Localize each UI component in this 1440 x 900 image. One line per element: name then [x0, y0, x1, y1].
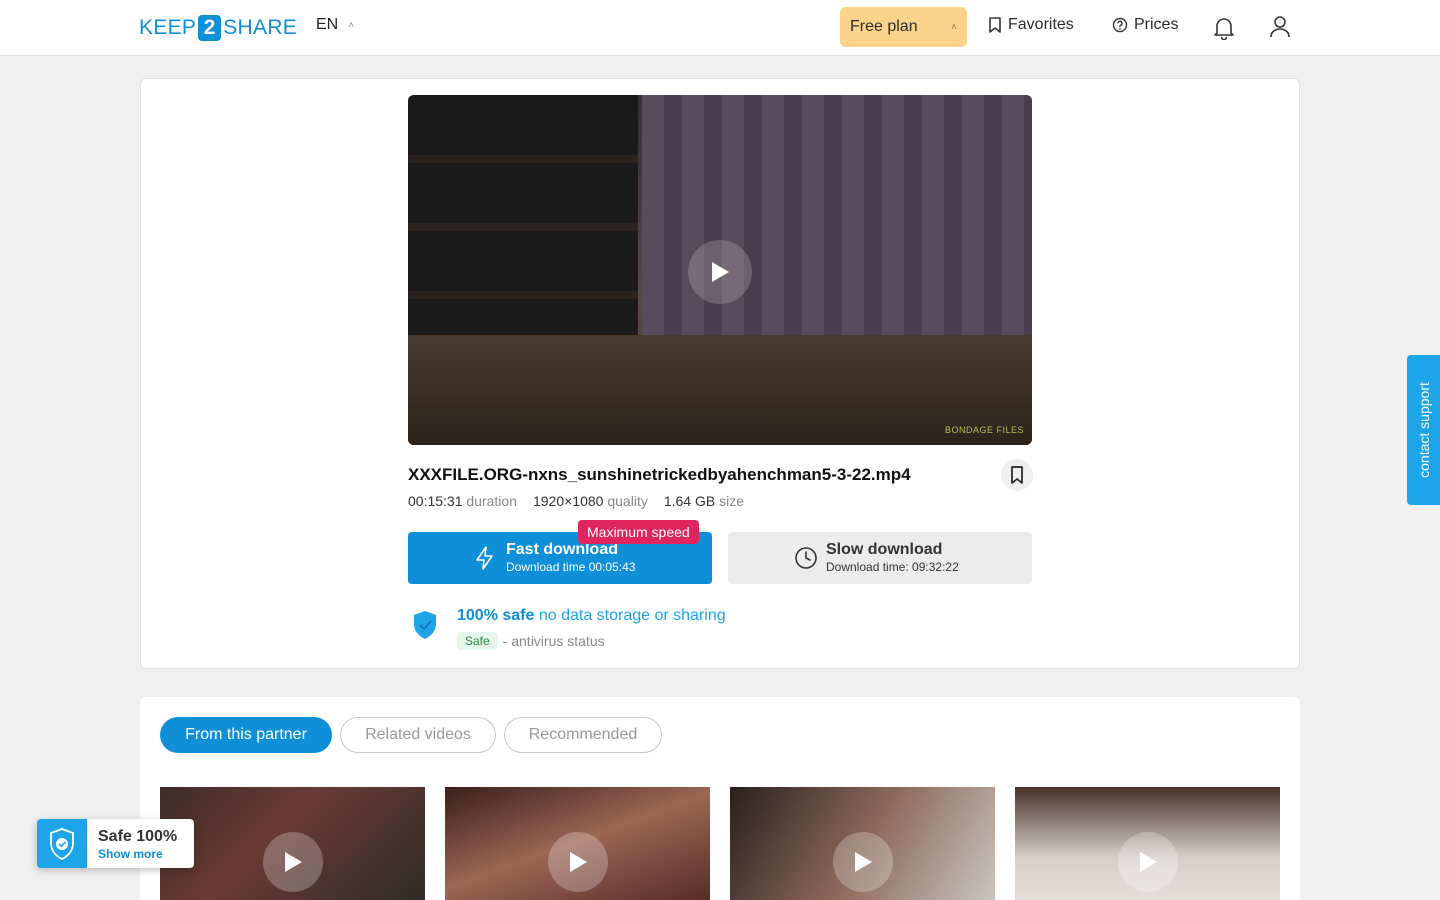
- favorites-link[interactable]: Favorites: [988, 16, 1074, 34]
- play-icon[interactable]: [688, 240, 752, 304]
- fast-download-time: Download time 00:05:43: [506, 560, 636, 574]
- notifications-button[interactable]: [1213, 16, 1235, 45]
- file-name: XXXFILE.ORG-nxns_sunshinetrickedbyahench…: [408, 465, 911, 484]
- safe-widget[interactable]: Safe 100% Show more: [37, 819, 194, 868]
- video-thumbnail[interactable]: [730, 787, 995, 900]
- antivirus-safe-badge: Safe: [457, 632, 498, 650]
- antivirus-status: Safe - antivirus status: [457, 632, 605, 650]
- video-watermark: BONDAGE FILES: [944, 425, 1024, 435]
- chevron-up-icon: ˄: [951, 21, 957, 33]
- tab-related-videos[interactable]: Related videos: [340, 717, 496, 753]
- safe-widget-title: Safe 100%: [98, 828, 178, 845]
- play-icon: [263, 832, 323, 892]
- file-duration: 00:15:31 duration: [408, 493, 517, 509]
- shield-check-icon: [414, 611, 436, 639]
- slow-download-button[interactable]: Slow download Download time: 09:32:22: [728, 532, 1032, 584]
- tab-recommended[interactable]: Recommended: [504, 717, 662, 753]
- contact-support-button[interactable]: contact support: [1407, 355, 1440, 505]
- favorites-label: Favorites: [1008, 16, 1074, 33]
- play-icon: [1118, 832, 1178, 892]
- video-preview[interactable]: BONDAGE FILES: [408, 95, 1032, 445]
- file-quality: 1920×1080 quality: [532, 493, 648, 509]
- max-speed-badge: Maximum speed: [578, 520, 699, 544]
- video-thumbnail[interactable]: [1015, 787, 1280, 900]
- language-selector[interactable]: EN ˄: [316, 16, 354, 34]
- contact-support-label: contact support: [1416, 382, 1432, 478]
- logo-text-left: KEEP: [139, 16, 197, 39]
- tab-from-this-partner[interactable]: From this partner: [160, 717, 332, 753]
- file-card: BONDAGE FILES XXXFILE.ORG-nxns_sunshinet…: [140, 78, 1300, 669]
- play-icon: [548, 832, 608, 892]
- keep2share-logo[interactable]: KEEP 2 SHARE: [139, 14, 297, 42]
- play-icon: [833, 832, 893, 892]
- logo-text-mid: 2: [198, 15, 222, 41]
- logo-text-right: SHARE: [223, 16, 298, 39]
- safe-widget-link[interactable]: Show more: [98, 847, 163, 861]
- help-circle-icon: [1112, 17, 1128, 33]
- file-size: 1.64 GB size: [663, 493, 744, 509]
- prices-label: Prices: [1134, 16, 1179, 33]
- slow-download-time: Download time: 09:32:22: [826, 560, 959, 574]
- language-label: EN: [316, 16, 339, 33]
- video-thumbnail[interactable]: [160, 787, 425, 900]
- lightning-icon: [476, 546, 493, 570]
- free-plan-button[interactable]: Free plan ˄: [840, 7, 967, 47]
- clock-icon: [795, 547, 817, 569]
- bell-icon: [1214, 18, 1234, 41]
- bookmark-icon: [989, 17, 1001, 33]
- video-thumbnail[interactable]: [445, 787, 710, 900]
- video-scene-floor: [408, 335, 1032, 445]
- plan-label: Free plan: [850, 18, 918, 35]
- user-account-button[interactable]: [1269, 15, 1291, 44]
- related-section: From this partner Related videos Recomme…: [140, 697, 1300, 900]
- shield-check-icon: [37, 819, 87, 868]
- slow-download-title: Slow download: [826, 541, 943, 558]
- add-favorite-button[interactable]: [1001, 459, 1033, 491]
- video-scene-curtain: [642, 95, 1032, 335]
- bookmark-icon: [1011, 466, 1023, 484]
- file-meta: 00:15:31 duration 1920×1080 quality 1.64…: [408, 493, 744, 509]
- top-header: KEEP 2 SHARE EN ˄ Free plan ˄ Favorites …: [0, 0, 1440, 56]
- chevron-up-icon: ˄: [348, 19, 355, 31]
- user-icon: [1270, 16, 1290, 38]
- prices-link[interactable]: Prices: [1112, 16, 1178, 34]
- antivirus-status-label: - antivirus status: [502, 633, 605, 649]
- safety-statement: 100% safe no data storage or sharing: [457, 607, 726, 624]
